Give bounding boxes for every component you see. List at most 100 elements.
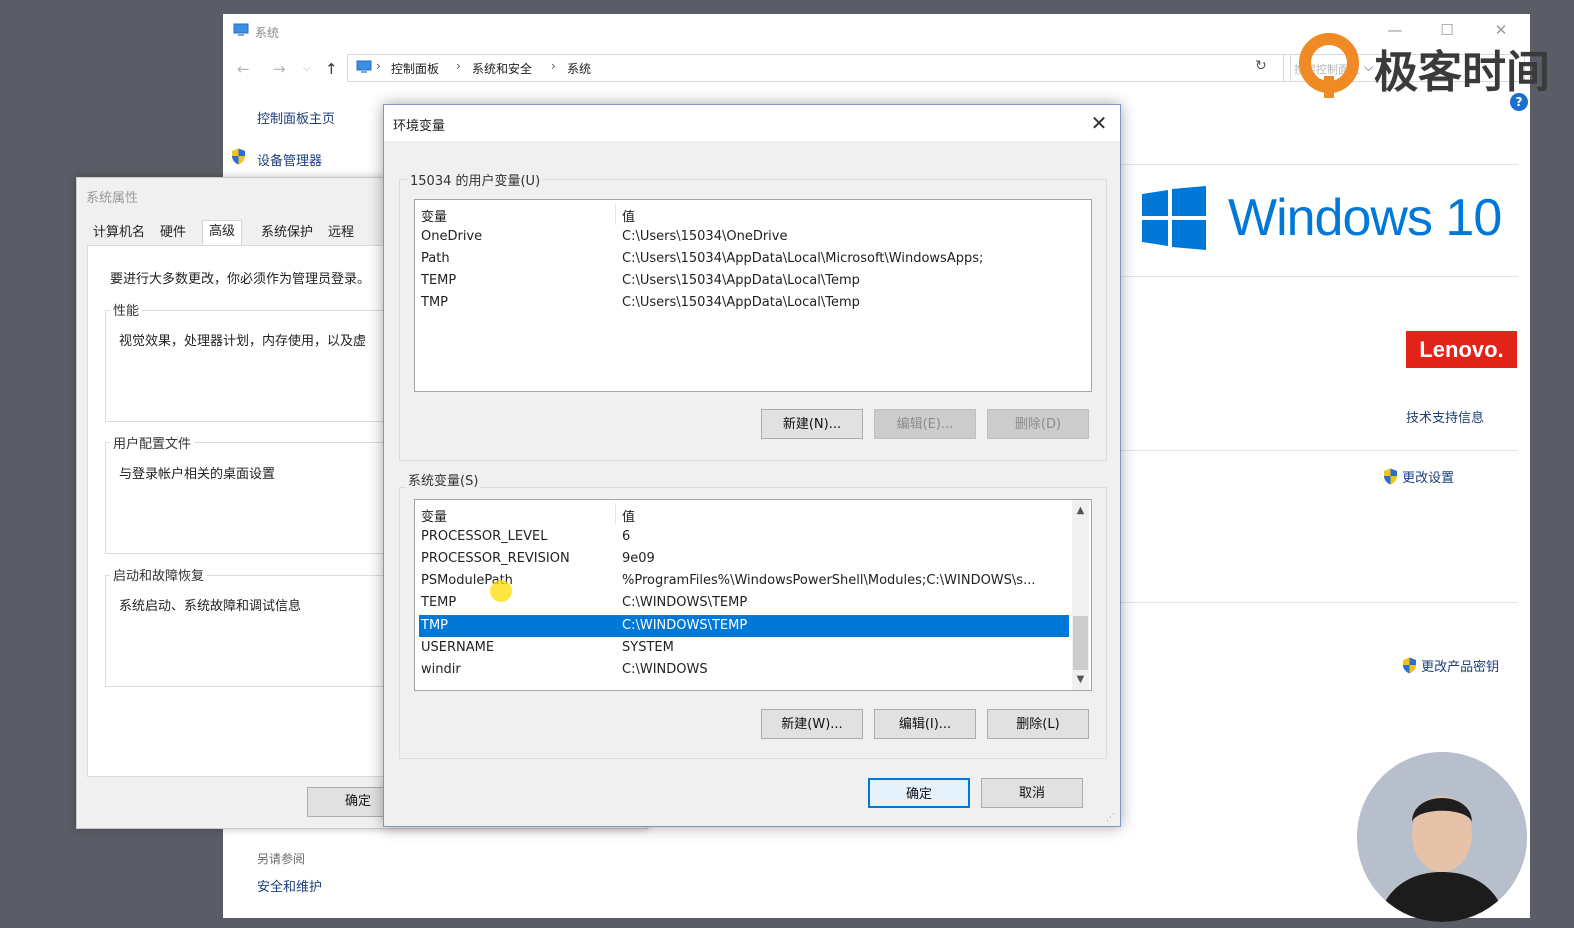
variable-name: TEMP	[421, 595, 457, 610]
tab-advanced[interactable]: 高级	[202, 220, 243, 246]
variable-value: C:\WINDOWS\TEMP	[622, 595, 748, 610]
list-item[interactable]: TEMP C:\Users\15034\AppData\Local\Temp	[415, 270, 1069, 292]
cancel-button[interactable]: 取消	[981, 778, 1083, 808]
variable-value: 6	[622, 529, 631, 544]
user-profiles-text: 与登录帐户相关的桌面设置	[119, 467, 276, 482]
ok-button[interactable]: 确定	[868, 778, 970, 808]
list-item[interactable]: PROCESSOR_REVISION 9e09	[415, 548, 1069, 570]
system-edit-button[interactable]: 编辑(I)...	[874, 709, 976, 739]
presenter-webcam	[1357, 752, 1527, 922]
user-profiles-label: 用户配置文件	[110, 433, 195, 452]
geektime-logo-icon	[1299, 33, 1359, 98]
startup-recovery-label: 启动和故障恢复	[110, 565, 208, 584]
presenter-portrait	[1357, 752, 1527, 922]
system-variables-label: 系统变量(S)	[406, 470, 481, 489]
dialog-title: 环境变量	[393, 119, 446, 134]
divider	[1118, 164, 1518, 165]
user-new-button[interactable]: 新建(N)...	[761, 409, 863, 439]
security-maintenance-link[interactable]: 安全和维护	[257, 876, 322, 895]
windows-logo-icon	[1142, 186, 1206, 250]
change-product-key-label: 更改产品密钥	[1421, 660, 1500, 675]
variable-value: 9e09	[622, 551, 655, 566]
user-edit-button[interactable]: 编辑(E)...	[874, 409, 976, 439]
list-item[interactable]: USERNAME SYSTEM	[415, 637, 1069, 659]
dialog-titlebar: 环境变量 ✕	[384, 105, 1120, 141]
list-item[interactable]: TMP C:\Users\15034\AppData\Local\Temp	[415, 292, 1069, 314]
variable-name: TMP	[421, 618, 448, 633]
change-settings-link[interactable]: 更改设置	[1383, 467, 1454, 486]
user-variables-list[interactable]: 变量 值 OneDrive C:\Users\15034\OneDrive Pa…	[414, 199, 1092, 392]
change-settings-label: 更改设置	[1402, 471, 1455, 486]
user-delete-button[interactable]: 删除(D)	[987, 409, 1089, 439]
variable-name: USERNAME	[421, 640, 495, 655]
device-manager-link[interactable]: 设备管理器	[257, 150, 322, 169]
environment-variables-dialog: 环境变量 ✕ 15034 的用户变量(U) 变量 值 OneDrive C:\U…	[383, 104, 1121, 827]
recent-dropdown-icon[interactable]: ⌵	[303, 63, 311, 74]
column-header-value[interactable]: 值	[622, 206, 635, 225]
list-item-selected[interactable]: TMP C:\WINDOWS\TEMP	[419, 615, 1069, 637]
system-new-button[interactable]: 新建(W)...	[761, 709, 863, 739]
resize-grip-icon[interactable]: ⋰	[1106, 813, 1115, 823]
vertical-scrollbar[interactable]: ▲ ▼	[1072, 500, 1089, 690]
dialog-title: 系统属性	[86, 191, 139, 206]
breadcrumb-system[interactable]: 系统	[567, 60, 591, 77]
address-bar[interactable]: › 控制面板 › 系统和安全 › 系统 ⌵	[347, 54, 1373, 82]
system-delete-button[interactable]: 删除(L)	[987, 709, 1089, 739]
change-product-key-link[interactable]: 更改产品密钥	[1402, 656, 1499, 675]
list-item[interactable]: PSModulePath %ProgramFiles%\WindowsPower…	[415, 570, 1069, 592]
variable-value: SYSTEM	[622, 640, 674, 655]
column-divider	[615, 503, 616, 525]
list-item[interactable]: windir C:\WINDOWS	[415, 659, 1069, 681]
shield-icon	[1403, 657, 1416, 674]
tech-support-link[interactable]: 技术支持信息	[1406, 407, 1484, 426]
list-item[interactable]: Path C:\Users\15034\AppData\Local\Micros…	[415, 248, 1069, 270]
close-icon[interactable]: ✕	[1084, 109, 1114, 137]
variable-name: TEMP	[421, 273, 457, 288]
refresh-icon[interactable]: ↻	[1255, 58, 1267, 74]
up-arrow-icon[interactable]: ↑	[325, 60, 338, 78]
window-title: 系统	[255, 26, 280, 40]
watermark-text: 极客时间	[1374, 47, 1550, 98]
user-variables-label: 15034 的用户变量(U)	[408, 170, 543, 189]
column-header-name[interactable]: 变量	[421, 206, 447, 225]
help-icon[interactable]: ?	[1510, 93, 1528, 111]
scroll-up-icon[interactable]: ▲	[1072, 502, 1089, 519]
tab-remote[interactable]: 远程	[322, 222, 360, 244]
variable-name: OneDrive	[421, 229, 483, 244]
column-header-name[interactable]: 变量	[421, 506, 447, 525]
column-divider	[615, 203, 616, 225]
computer-icon	[233, 23, 249, 36]
forward-arrow-icon[interactable]: →	[273, 60, 286, 78]
breadcrumb-separator: ›	[376, 59, 381, 73]
scroll-down-icon[interactable]: ▼	[1072, 671, 1089, 688]
control-panel-home-link[interactable]: 控制面板主页	[257, 108, 335, 127]
admin-note: 要进行大多数更改，你必须作为管理员登录。	[110, 272, 371, 287]
cursor-highlight	[490, 580, 512, 602]
tab-hardware[interactable]: 硬件	[154, 222, 192, 244]
breadcrumb-system-security[interactable]: 系统和安全	[472, 60, 532, 77]
divider	[1118, 276, 1518, 277]
variable-name: PROCESSOR_LEVEL	[421, 529, 548, 544]
shield-icon	[232, 148, 245, 165]
divider	[1118, 450, 1518, 451]
back-arrow-icon[interactable]: ←	[237, 60, 250, 78]
column-header-value[interactable]: 值	[622, 506, 635, 525]
scrollbar-thumb[interactable]	[1073, 616, 1088, 670]
variable-name: PROCESSOR_REVISION	[421, 551, 570, 566]
list-item[interactable]: TEMP C:\WINDOWS\TEMP	[415, 592, 1069, 614]
variable-value: C:\Users\15034\AppData\Local\Microsoft\W…	[622, 251, 984, 266]
list-item[interactable]: OneDrive C:\Users\15034\OneDrive	[415, 226, 1069, 248]
variable-value: C:\Users\15034\AppData\Local\Temp	[622, 295, 860, 310]
breadcrumb-control-panel[interactable]: 控制面板	[391, 60, 439, 77]
list-item[interactable]: PROCESSOR_LEVEL 6	[415, 526, 1069, 548]
tab-system-protection[interactable]: 系统保护	[255, 222, 319, 244]
variable-name: Path	[421, 251, 450, 266]
system-variables-list[interactable]: 变量 值 PROCESSOR_LEVEL 6 PROCESSOR_REVISIO…	[414, 499, 1092, 691]
list-header: 变量 值	[415, 203, 1069, 225]
shield-icon	[1384, 468, 1397, 485]
variable-name: TMP	[421, 295, 448, 310]
variable-value: C:\WINDOWS	[622, 662, 708, 677]
windows-brand-text: Windows 10	[1228, 189, 1502, 247]
see-also-heading: 另请参阅	[257, 852, 306, 866]
tab-computer-name[interactable]: 计算机名	[87, 222, 151, 244]
